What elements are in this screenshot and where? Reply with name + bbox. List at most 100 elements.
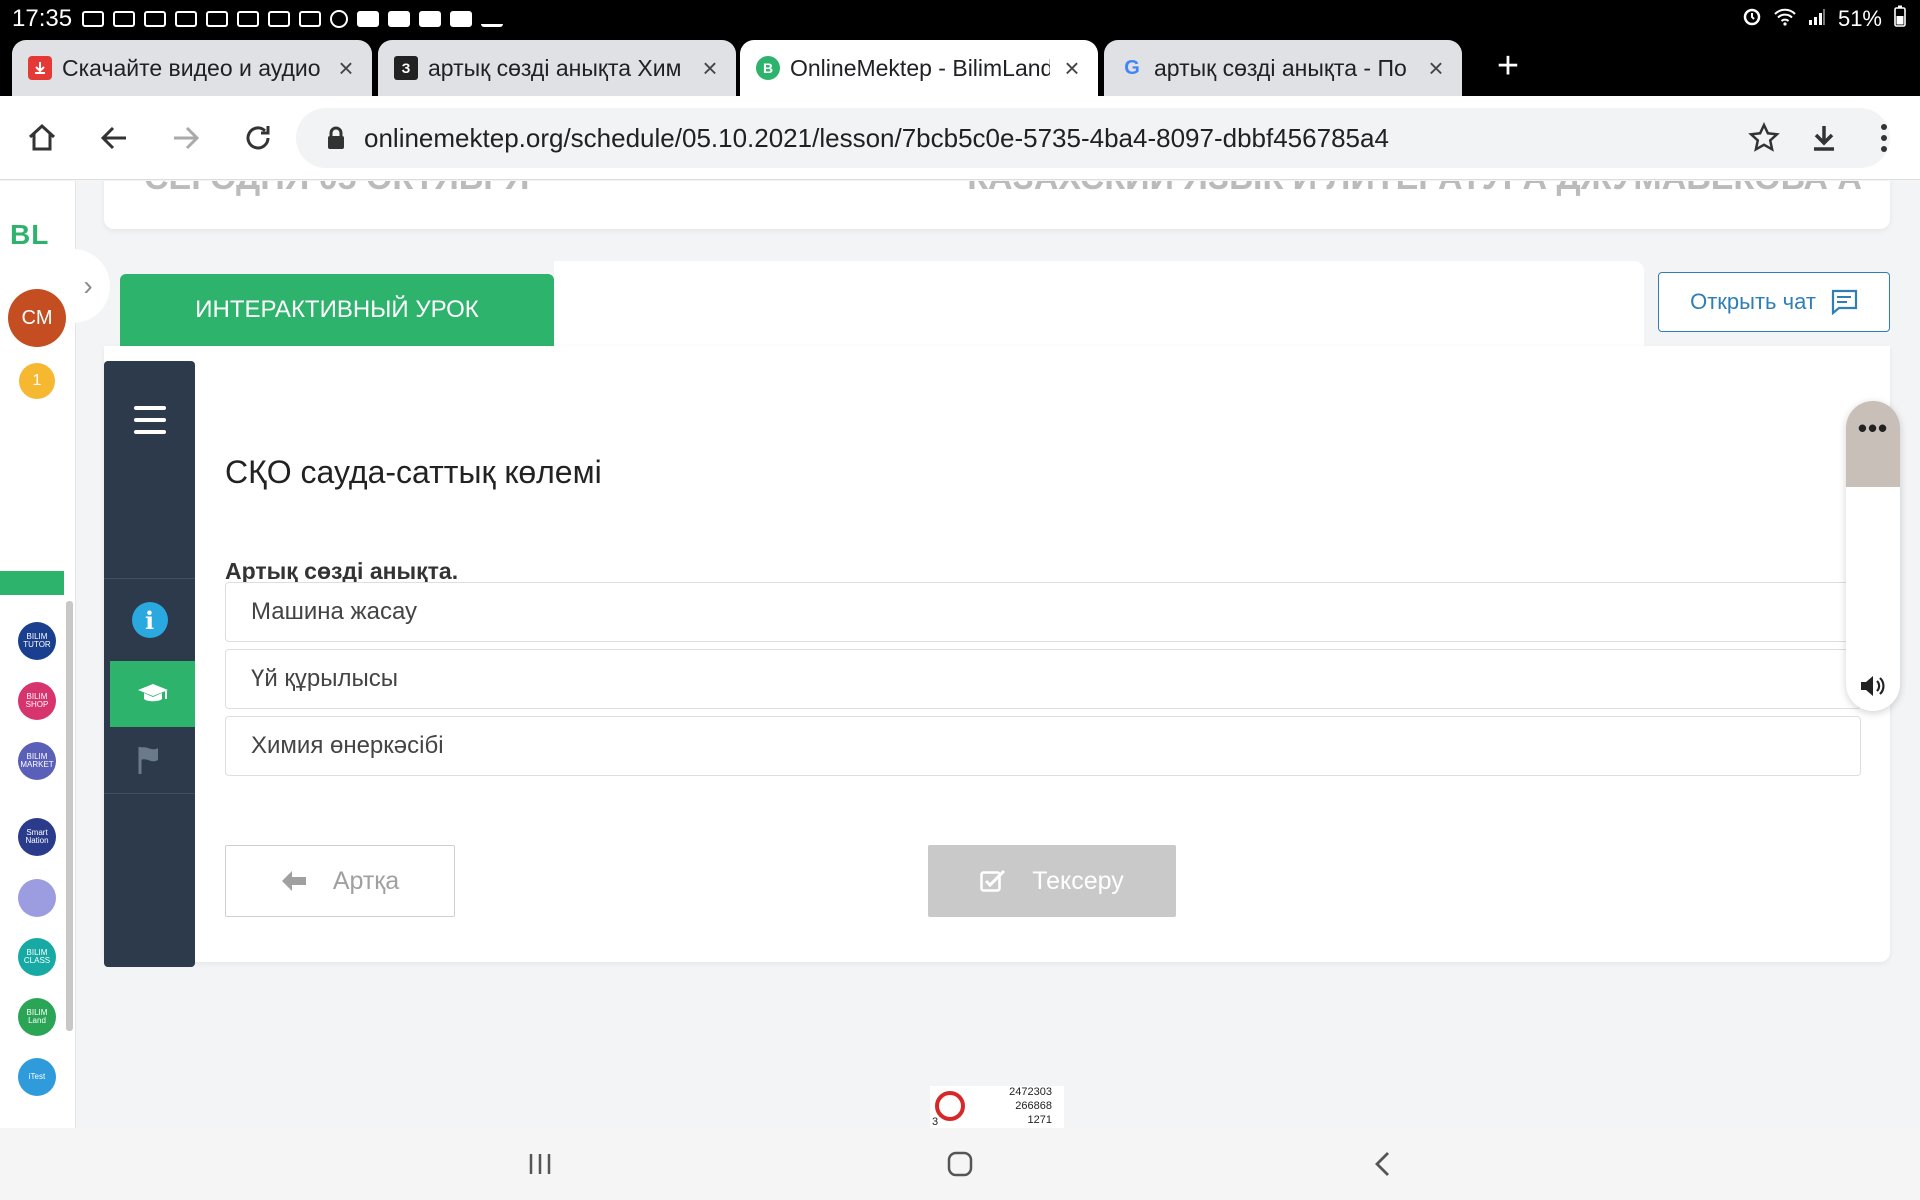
forward-nav-button[interactable]	[164, 116, 208, 160]
app-icon-bilim-shop[interactable]: BILIM SHOP	[18, 682, 56, 720]
panel-more-button[interactable]: •••	[1846, 401, 1900, 487]
status-bar: 17:35 51%	[0, 0, 1920, 38]
flag-icon	[138, 747, 158, 774]
check-label: Тексеру	[1032, 866, 1124, 895]
new-tab-button[interactable]: +	[1488, 46, 1528, 86]
info-button[interactable]: i	[104, 579, 195, 661]
option-label: Химия өнеркәсібі	[251, 732, 444, 759]
lock-icon	[328, 126, 344, 149]
close-icon[interactable]: ×	[1422, 53, 1450, 84]
check-button[interactable]: Тексеру	[928, 845, 1176, 917]
floating-thumbnail[interactable]: 2472303 266868 1271 3	[930, 1086, 1064, 1128]
notification-icon	[144, 11, 167, 27]
header-date: СЕГОДНЯ 05 ОКТЯБРЯ	[144, 181, 530, 198]
reload-button[interactable]	[236, 116, 280, 160]
close-icon[interactable]: ×	[1058, 53, 1086, 84]
thumb-value-1: 2472303	[1009, 1086, 1052, 1098]
alarm-icon	[1742, 6, 1762, 32]
rail-scrollbar[interactable]	[66, 601, 73, 1031]
download-icon	[1814, 126, 1834, 151]
youtube-icon	[357, 11, 380, 27]
download-button[interactable]	[1802, 116, 1846, 160]
recents-button[interactable]	[518, 1142, 562, 1186]
recents-icon	[529, 1154, 551, 1174]
option-label: Машина жасау	[251, 598, 418, 625]
notification-icon	[175, 11, 198, 27]
back-system-button[interactable]	[1360, 1142, 1404, 1186]
sound-button[interactable]	[1846, 669, 1900, 703]
browser-tab-active[interactable]: B OnlineMektep - BilimLand ×	[740, 40, 1098, 96]
app-icon-bilim-tutor[interactable]: BILIM TUTOR	[18, 622, 56, 660]
url-text[interactable]: onlinemektep.org/schedule/05.10.2021/les…	[364, 123, 1389, 154]
browser-tab[interactable]: З артық сөзді анықта Хим ×	[378, 40, 736, 96]
notification-icon	[206, 11, 229, 27]
browser-tab[interactable]: G артық сөзді анықта - По ×	[1104, 40, 1462, 96]
close-icon[interactable]: ×	[696, 53, 724, 84]
battery-level: 51%	[1837, 6, 1882, 31]
youtube-icon	[419, 11, 442, 27]
answer-option[interactable]: Машина жасау	[225, 582, 1861, 642]
home-circle-icon	[947, 1151, 973, 1177]
bookmark-button[interactable]	[1742, 116, 1786, 160]
reload-icon	[246, 126, 270, 150]
bilimland-logo[interactable]: BL	[10, 219, 49, 251]
back-button[interactable]: Артқа	[225, 845, 455, 917]
bilimland-favicon-icon: B	[756, 56, 780, 80]
znanija-favicon-icon: З	[394, 56, 418, 80]
app-icon-smart-nation[interactable]: Smart Nation	[18, 818, 56, 856]
app-icon-bilim-land[interactable]: BILIM Land	[18, 998, 56, 1036]
app-icon-itest[interactable]: iTest	[18, 1058, 56, 1096]
chevron-right-icon: ›	[83, 270, 93, 301]
system-nav-bar	[0, 1128, 1920, 1200]
web-page: BL CM 1 BILIM TUTOR BILIM SHOP BILIM MAR…	[0, 181, 1920, 1128]
open-chat-label: Открыть чат	[1690, 289, 1816, 314]
finish-button[interactable]	[104, 727, 195, 793]
expand-sidebar-button[interactable]: ›	[66, 249, 110, 323]
option-label: Үй құрылысы	[251, 665, 399, 692]
status-right: 51%	[1742, 0, 1906, 38]
youtube-icon	[388, 11, 411, 27]
floating-side-panel: •••	[1846, 401, 1900, 711]
answer-option[interactable]: Үй құрылысы	[225, 649, 1861, 709]
browser-menu-button[interactable]	[1862, 116, 1906, 160]
home-button[interactable]	[20, 116, 64, 160]
rail-active-indicator	[0, 571, 64, 595]
app-icon-bilim-class[interactable]: BILIM CLASS	[18, 938, 56, 976]
tab-title: OnlineMektep - BilimLand	[790, 54, 1050, 81]
more-vertical-icon	[1881, 124, 1887, 152]
question-instruction: Артық сөзді анықта.	[225, 558, 459, 584]
youtube-icon	[450, 11, 473, 27]
download-notification-icon	[481, 11, 504, 27]
address-bar[interactable]: onlinemektep.org/schedule/05.10.2021/les…	[296, 108, 1890, 168]
home-system-button[interactable]	[938, 1142, 982, 1186]
answer-option[interactable]: Химия өнеркәсібі	[225, 716, 1861, 776]
app-icon-bilim-media[interactable]	[18, 879, 56, 917]
chat-icon	[1831, 289, 1858, 315]
close-icon[interactable]: ×	[332, 53, 360, 84]
lesson-content-button[interactable]	[110, 661, 195, 727]
notification-badge[interactable]: 1	[19, 363, 55, 399]
back-label: Артқа	[332, 866, 400, 895]
open-chat-button[interactable]: Открыть чат	[1658, 272, 1890, 332]
home-icon	[28, 123, 56, 151]
tab-title: Скачайте видео и аудио	[62, 54, 321, 81]
download-favicon-icon	[28, 56, 52, 80]
browser-tab[interactable]: Скачайте видео и аудио ×	[12, 40, 372, 96]
menu-icon[interactable]	[134, 406, 166, 434]
notification-icon	[113, 11, 136, 27]
star-icon	[1748, 122, 1780, 152]
checkbox-icon	[980, 869, 1006, 892]
lesson-header-card: СЕГОДНЯ 05 ОКТЯБРЯ КАЗАХСКИЙ ЯЗЫК И ЛИТЕ…	[104, 181, 1890, 229]
tab-bar: Скачайте видео и аудио × З артық сөзді а…	[0, 38, 1920, 96]
browser-toolbar: onlinemektep.org/schedule/05.10.2021/les…	[0, 96, 1920, 180]
tab-title: артық сөзді анықта Хим	[428, 54, 682, 81]
avatar[interactable]: CM	[8, 289, 66, 347]
wifi-icon	[1774, 6, 1796, 32]
left-rail: BL CM 1 BILIM TUTOR BILIM SHOP BILIM MAR…	[0, 181, 76, 1128]
tab-interactive-lesson[interactable]: ИНТЕРАКТИВНЫЙ УРОК	[120, 274, 554, 346]
more-horizontal-icon: •••	[1857, 413, 1889, 443]
app-icon-bilim-market[interactable]: BILIM MARKET	[18, 742, 56, 780]
back-nav-button[interactable]	[92, 116, 136, 160]
signal-icon	[1808, 6, 1826, 32]
google-favicon-icon: G	[1124, 56, 1140, 79]
